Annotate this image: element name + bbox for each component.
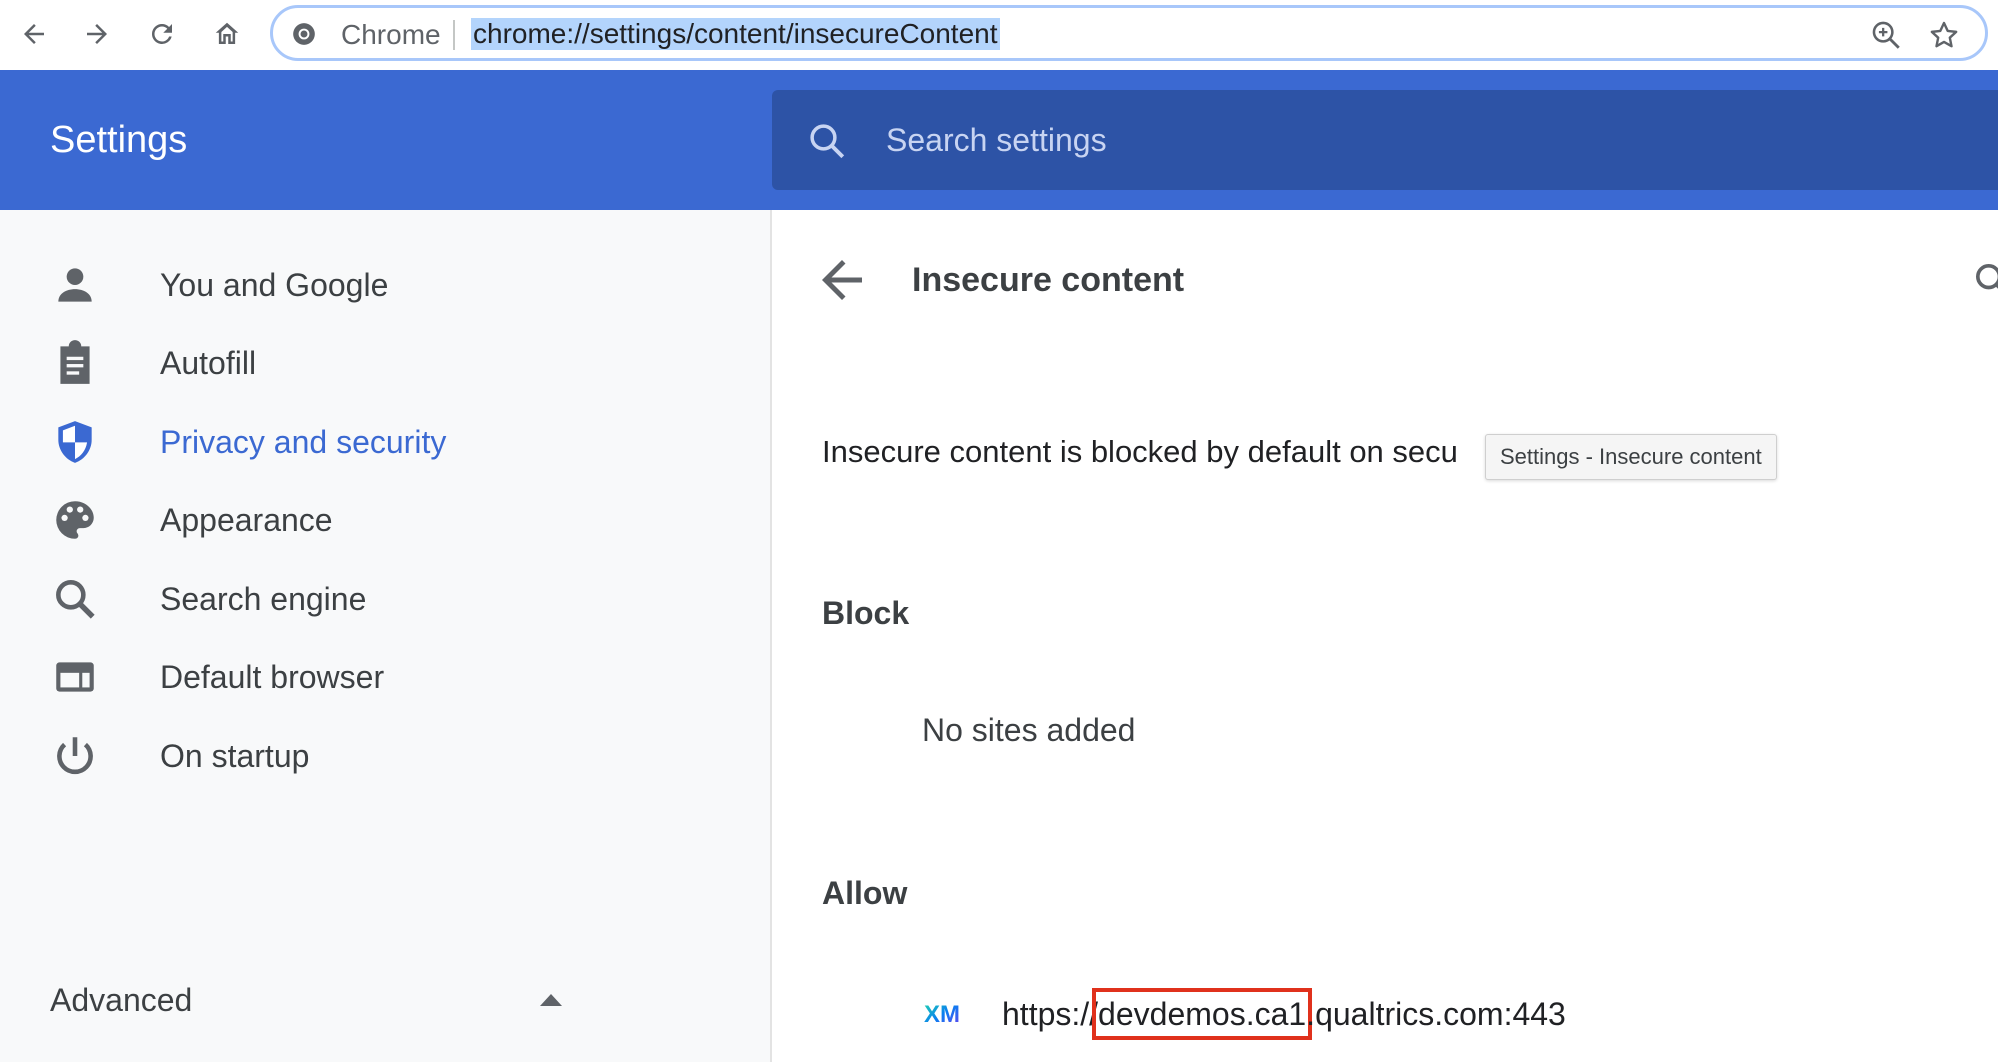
sidebar-item-label: You and Google <box>160 267 389 303</box>
subpage-title: Insecure content <box>912 261 1185 299</box>
home-button[interactable] <box>205 12 249 56</box>
person-icon <box>58 268 92 302</box>
home-icon <box>215 22 239 44</box>
sidebar-item-search-engine[interactable]: Search engine <box>0 559 770 629</box>
sidebar-item-privacy-and-security[interactable]: Privacy and security <box>0 402 770 472</box>
reload-icon <box>151 23 172 44</box>
arrow-right-icon <box>87 24 107 44</box>
browser-toolbar: Chrome chrome://settings/content/insecur… <box>0 0 1998 70</box>
sidebar-item-label: Search engine <box>160 581 367 617</box>
tab-title-tooltip: Settings - Insecure content <box>1485 434 1777 480</box>
bookmark-star-icon[interactable] <box>1927 18 1961 52</box>
search-icon <box>810 124 845 159</box>
advanced-label: Advanced <box>50 982 193 1018</box>
sidebar-item-autofill[interactable]: Autofill <box>0 323 770 393</box>
allow-section-title: Allow <box>822 875 908 911</box>
chrome-logo-icon <box>293 23 315 45</box>
qualtrics-xm-favicon-icon: XM <box>924 1001 960 1028</box>
sidebar-item-label: Appearance <box>160 502 333 538</box>
search-placeholder: Search settings <box>886 122 1107 158</box>
reload-button[interactable] <box>140 12 184 56</box>
search-icon <box>56 580 95 619</box>
url-origin-label: Chrome <box>341 19 441 50</box>
sidebar-item-label: Privacy and security <box>160 424 447 460</box>
favicon-text: XM <box>924 1001 960 1028</box>
allowed-site-row[interactable]: XM https://devdemos.ca1.qualtrics.com:44… <box>922 988 1922 1040</box>
back-arrow-icon[interactable] <box>812 250 872 310</box>
subpage-search-icon[interactable] <box>1972 260 1998 300</box>
sidebar-item-label: Autofill <box>160 345 257 381</box>
power-icon <box>57 737 93 775</box>
shield-icon <box>58 421 92 463</box>
sidebar-item-appearance[interactable]: Appearance <box>0 480 770 550</box>
address-bar[interactable]: Chrome chrome://settings/content/insecur… <box>270 5 1988 61</box>
site-url-prefix: https:// <box>1002 996 1099 1032</box>
allowed-site-url: https://devdemos.ca1.qualtrics.com:443 <box>1002 988 1566 1040</box>
caret-up-icon <box>540 994 562 1006</box>
page-title: Settings <box>50 119 188 161</box>
site-url-suffix: .qualtrics.com:443 <box>1306 996 1566 1032</box>
advanced-section-toggle[interactable]: Advanced <box>0 960 770 1040</box>
sidebar-item-label: On startup <box>160 738 310 774</box>
insecure-content-description: Insecure content is blocked by default o… <box>822 434 1458 469</box>
sidebar-item-label: Default browser <box>160 659 385 695</box>
search-settings-input[interactable]: Search settings <box>772 90 1998 190</box>
clipboard-icon <box>60 340 90 384</box>
settings-sidebar: You and Google Autofill Privacy and secu… <box>0 210 770 1062</box>
site-url-highlighted-subdomain: devdemos.ca1 <box>1092 988 1313 1040</box>
url-text[interactable]: chrome://settings/content/insecureConten… <box>471 18 1000 50</box>
sidebar-item-you-and-google[interactable]: You and Google <box>0 245 770 315</box>
palette-icon <box>56 501 94 539</box>
forward-button[interactable] <box>75 12 119 56</box>
sidebar-item-default-browser[interactable]: Default browser <box>0 637 770 707</box>
block-empty-message: No sites added <box>922 712 1136 748</box>
browser-window-icon <box>56 662 94 692</box>
back-button[interactable] <box>12 12 56 56</box>
settings-main-panel: Insecure content Insecure content is blo… <box>772 210 1998 1062</box>
block-section-title: Block <box>822 595 910 631</box>
sidebar-item-on-startup[interactable]: On startup <box>0 716 770 786</box>
settings-header: Settings Search settings <box>0 70 1998 210</box>
arrow-left-icon <box>24 24 44 44</box>
zoom-icon[interactable] <box>1869 18 1903 52</box>
url-separator <box>453 20 455 50</box>
